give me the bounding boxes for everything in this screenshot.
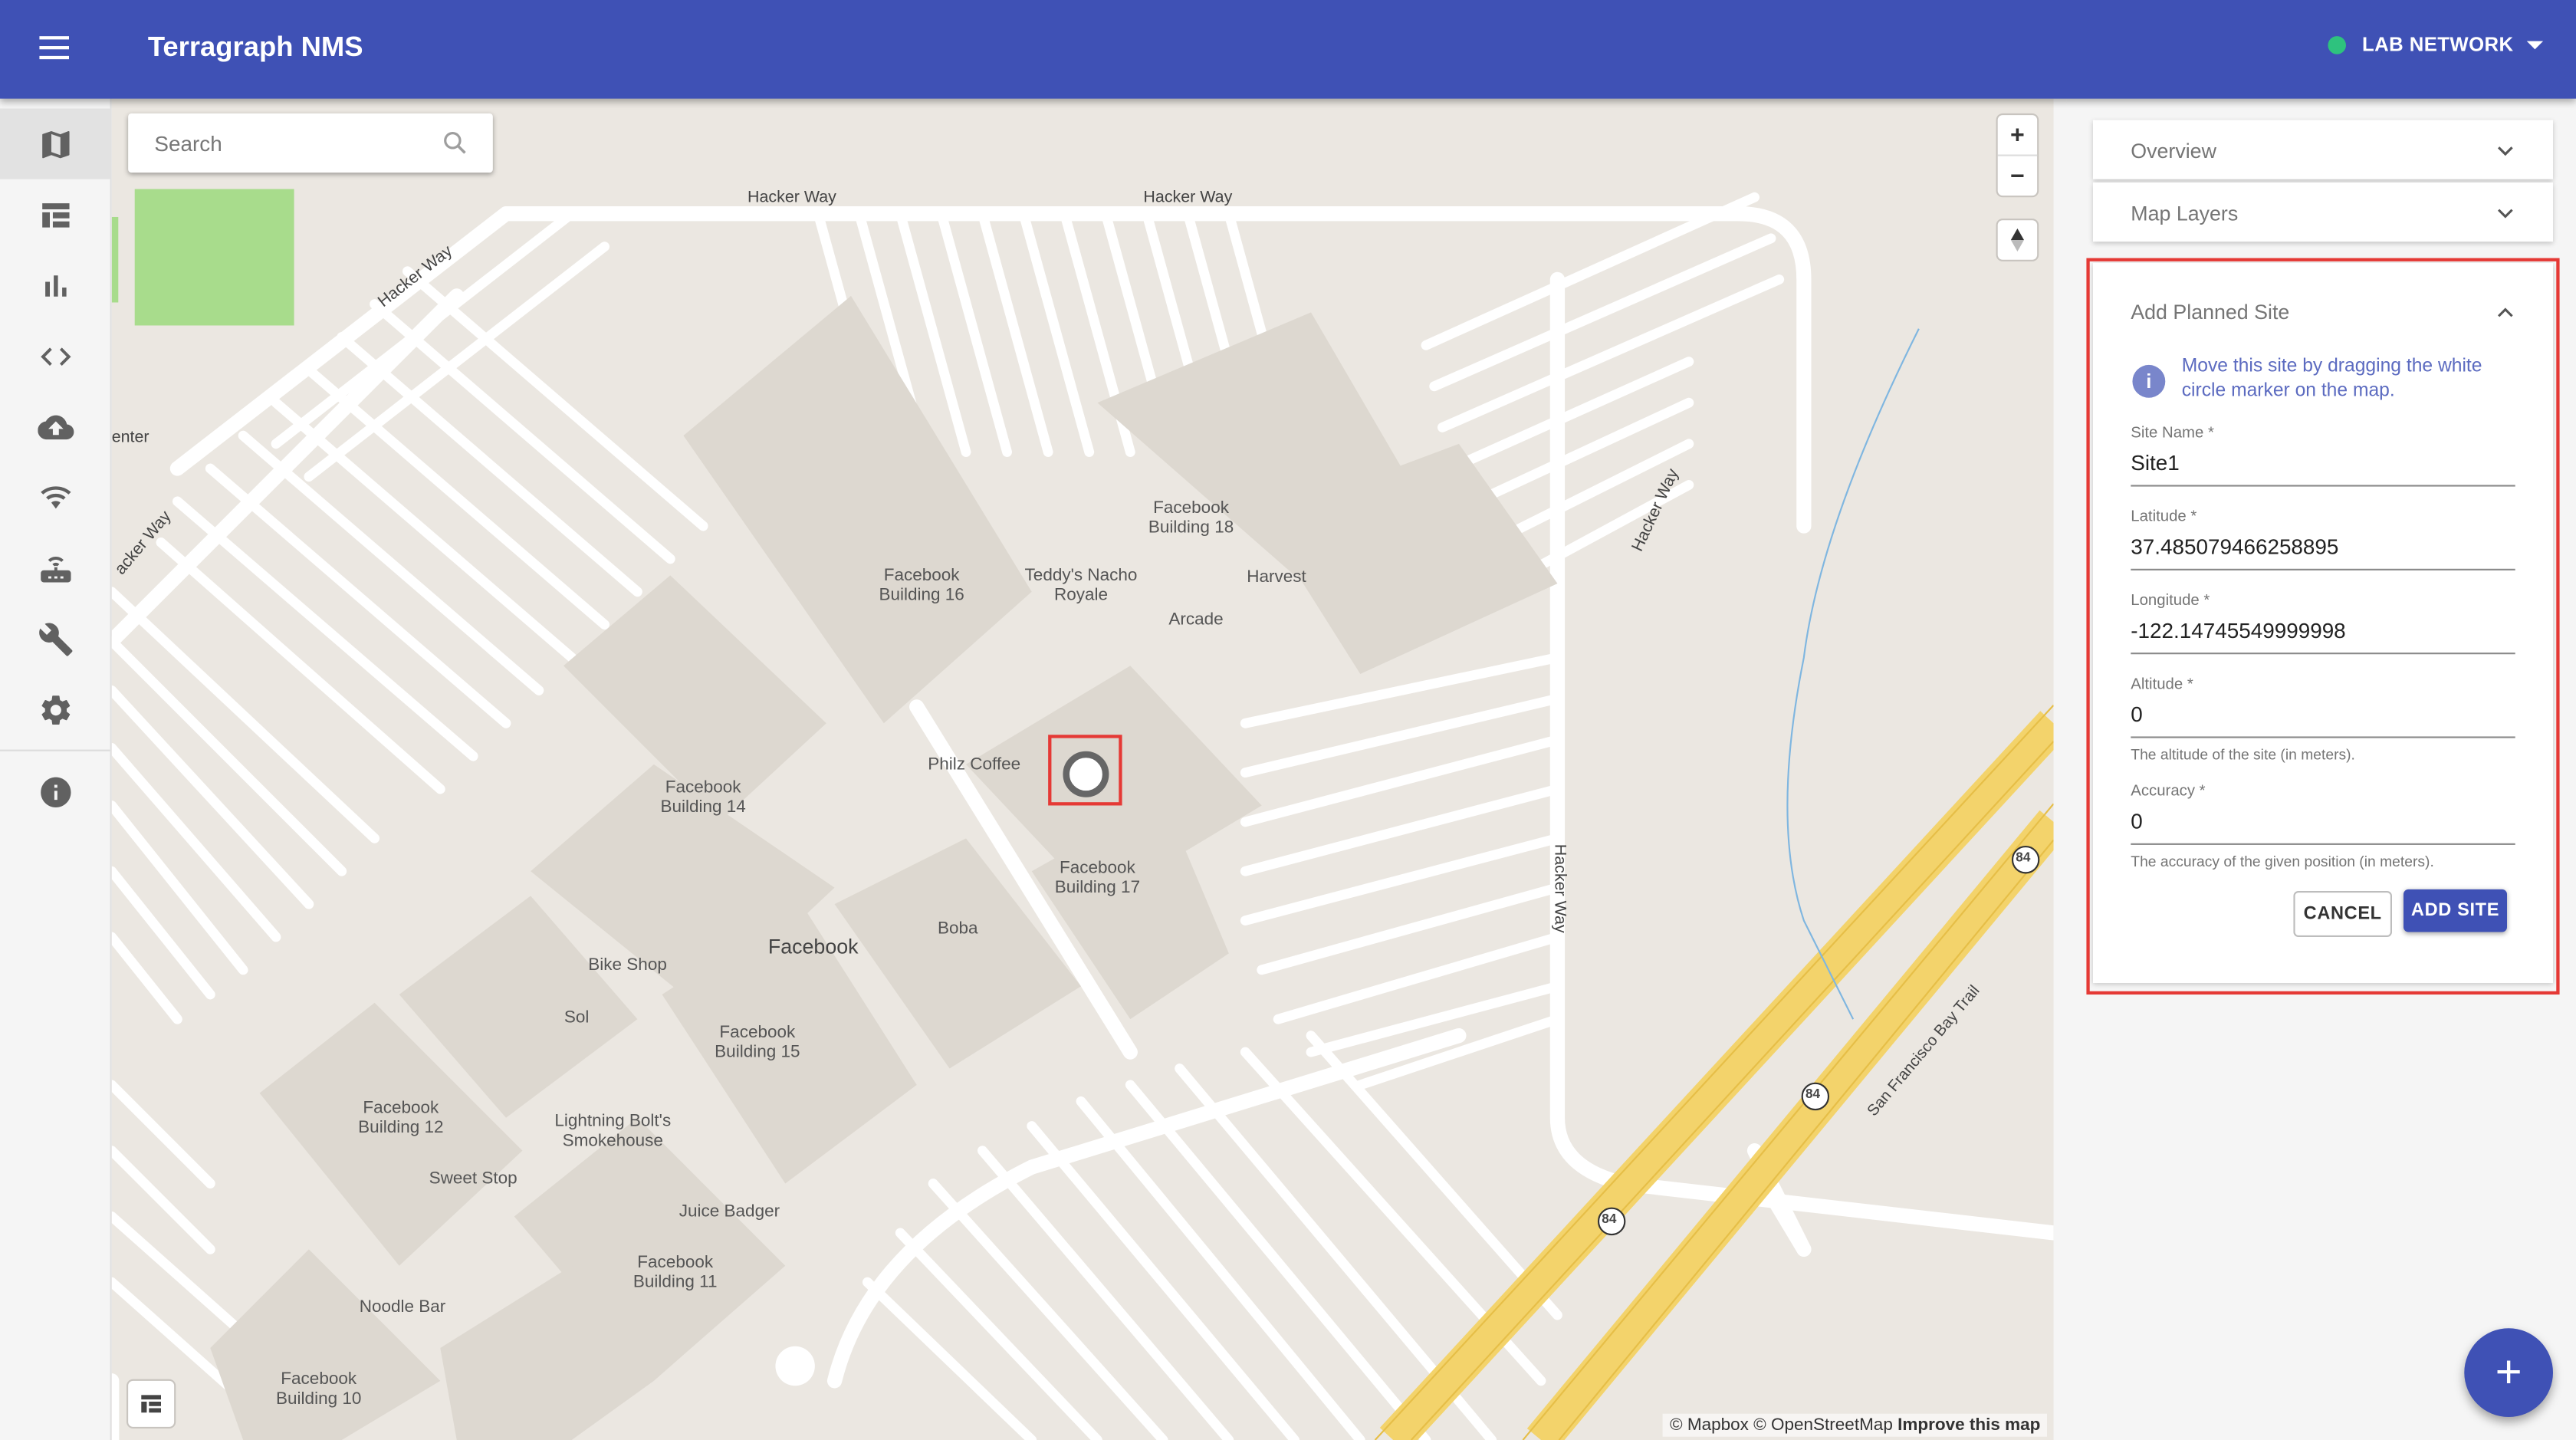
poi-label: Noodle Bar bbox=[359, 1297, 446, 1317]
route-shield-label: 84 bbox=[1602, 1212, 1617, 1227]
menu-icon[interactable] bbox=[30, 30, 79, 69]
poi-label: Bike Shop bbox=[588, 955, 667, 975]
poi-label: Arcade bbox=[1168, 610, 1224, 630]
marker-highlight-box bbox=[1048, 735, 1122, 806]
side-nav bbox=[0, 98, 112, 1440]
map-icon bbox=[41, 130, 69, 158]
network-status-dot bbox=[2327, 35, 2346, 54]
road-label: Hacker Way bbox=[1549, 843, 1569, 933]
map-search bbox=[128, 113, 493, 173]
table-toggle-button[interactable] bbox=[128, 1380, 175, 1427]
nav-settings[interactable] bbox=[0, 674, 110, 745]
cloud-upload-icon bbox=[37, 414, 74, 439]
map-layers-label: Map Layers bbox=[2131, 202, 2239, 225]
compass-button[interactable] bbox=[1997, 220, 2038, 260]
form-highlight-box bbox=[2086, 258, 2560, 995]
overview-label: Overview bbox=[2131, 140, 2216, 163]
search-input[interactable] bbox=[151, 130, 437, 158]
poi-label: Facebook Building 18 bbox=[1148, 498, 1234, 538]
chevron-down-icon bbox=[2498, 146, 2513, 156]
zoom-controls: + − bbox=[1997, 115, 2038, 196]
search-icon[interactable] bbox=[440, 128, 470, 158]
osm-link[interactable]: © OpenStreetMap bbox=[1753, 1415, 1893, 1435]
poi-label: Philz Coffee bbox=[928, 755, 1021, 774]
cul-de-sac bbox=[775, 1346, 815, 1386]
right-panel: Overview Map Layers Add Planned Site i M… bbox=[2066, 98, 2576, 1440]
poi-label: Harvest bbox=[1247, 567, 1306, 587]
zoom-out-button[interactable]: − bbox=[1997, 154, 2038, 196]
table-icon bbox=[41, 202, 69, 227]
road-label: Hacker Way bbox=[1143, 189, 1233, 208]
poi-label: Facebook Building 10 bbox=[276, 1369, 362, 1409]
overview-accordion[interactable]: Overview bbox=[2093, 120, 2553, 179]
nav-map[interactable] bbox=[0, 108, 110, 179]
network-name: LAB NETWORK bbox=[2361, 32, 2514, 56]
poi-label: Facebook Building 17 bbox=[1054, 858, 1141, 898]
poi-label: Boba bbox=[938, 919, 978, 939]
poi-label: Teddy's Nacho Royale bbox=[1024, 565, 1138, 605]
map-view[interactable]: Hacker Way Hacker Way Hacker Way acker W… bbox=[111, 98, 2054, 1440]
bar-chart-icon bbox=[44, 275, 66, 296]
info-icon bbox=[40, 776, 71, 807]
poi-label: Lightning Bolt's Smokehouse bbox=[554, 1111, 672, 1151]
nav-nodes[interactable] bbox=[0, 533, 110, 603]
zoom-in-button[interactable]: + bbox=[1998, 115, 2037, 154]
poi-label: Juice Badger bbox=[678, 1202, 780, 1221]
poi-label: Facebook Building 11 bbox=[632, 1252, 718, 1293]
road-label: enter bbox=[111, 429, 150, 448]
nav-tools[interactable] bbox=[0, 603, 110, 674]
code-icon bbox=[40, 347, 71, 365]
poi-label: Facebook bbox=[767, 935, 859, 958]
mapbox-link[interactable]: © Mapbox bbox=[1670, 1415, 1749, 1435]
poi-label: Facebook Building 15 bbox=[715, 1022, 800, 1062]
map-attribution: © Mapbox © OpenStreetMap Improve this ma… bbox=[1663, 1413, 2047, 1437]
map-layers-accordion[interactable]: Map Layers bbox=[2093, 182, 2553, 242]
add-fab-button[interactable]: + bbox=[2464, 1328, 2553, 1417]
poi-label: Facebook Building 14 bbox=[660, 778, 746, 817]
route-shield-label: 84 bbox=[2016, 850, 2031, 865]
caret-down-icon bbox=[2526, 40, 2544, 49]
compass-icon bbox=[2010, 228, 2024, 252]
table-icon bbox=[141, 1395, 161, 1413]
nav-code[interactable] bbox=[0, 321, 110, 391]
improve-map-link[interactable]: Improve this map bbox=[1898, 1415, 2040, 1435]
wrench-icon bbox=[38, 622, 72, 656]
router-icon bbox=[40, 555, 71, 582]
road-label: Hacker Way bbox=[747, 189, 836, 208]
gear-icon bbox=[41, 695, 70, 724]
poi-label: Facebook Building 16 bbox=[879, 565, 964, 605]
poi-label: Facebook Building 12 bbox=[358, 1098, 444, 1138]
app-bar: Terragraph NMS LAB NETWORK bbox=[0, 0, 2576, 99]
route-shield-label: 84 bbox=[1806, 1087, 1821, 1102]
poi-label: Sol bbox=[564, 1008, 590, 1027]
poi-label: Sweet Stop bbox=[429, 1169, 518, 1188]
wifi-tethering-icon bbox=[40, 485, 71, 508]
nav-tables[interactable] bbox=[0, 179, 110, 250]
network-selector[interactable]: LAB NETWORK bbox=[2327, 32, 2544, 56]
app-title: Terragraph NMS bbox=[147, 31, 363, 63]
nav-upgrade[interactable] bbox=[0, 391, 110, 462]
nav-about[interactable] bbox=[0, 756, 110, 827]
chevron-down-icon bbox=[2498, 209, 2513, 219]
nav-stats[interactable] bbox=[0, 250, 110, 321]
park-area bbox=[134, 189, 294, 326]
nav-wireless[interactable] bbox=[0, 462, 110, 532]
